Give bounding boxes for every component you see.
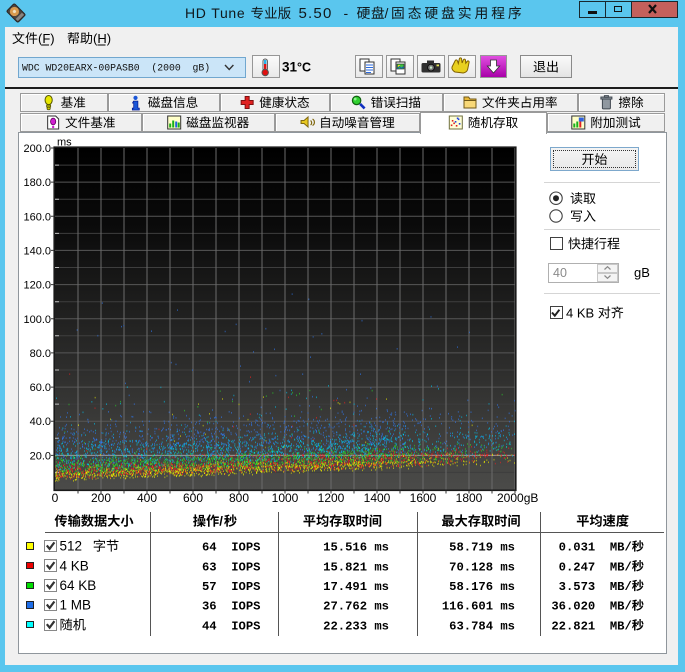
svg-text:15.821 ms: 15.821 ms [323, 560, 389, 574]
svg-text:ms: ms [57, 137, 72, 149]
svg-text:800: 800 [229, 491, 249, 505]
svg-text:-: - [344, 5, 349, 21]
svg-text:22.233 ms: 22.233 ms [323, 619, 389, 633]
svg-text:1600: 1600 [410, 491, 437, 505]
svg-text:200: 200 [91, 491, 111, 505]
svg-text:0.031 MB/: 0.031 MB/ [559, 541, 632, 555]
svg-text:0.247 MB/: 0.247 MB/ [559, 560, 632, 574]
svg-text:57 IOPS: 57 IOPS [202, 580, 261, 594]
svg-text:3.573 MB/: 3.573 MB/ [559, 580, 632, 594]
svg-text:4 KB: 4 KB [566, 305, 598, 320]
svg-text:60.0: 60.0 [30, 382, 51, 394]
svg-text:°C: °C [297, 61, 311, 75]
svg-text:40: 40 [553, 266, 567, 280]
svg-text:(H): (H) [93, 31, 111, 46]
svg-text:116.601 ms: 116.601 ms [442, 600, 515, 614]
svg-text:1000: 1000 [272, 491, 299, 505]
svg-text:400: 400 [137, 491, 157, 505]
svg-text:140.0: 140.0 [23, 245, 51, 257]
svg-text:36 IOPS: 36 IOPS [202, 600, 261, 614]
svg-text:4 KB: 4 KB [60, 558, 89, 573]
svg-text:31: 31 [282, 60, 298, 75]
svg-text:63.784 ms: 63.784 ms [449, 619, 515, 633]
svg-text:64 KB: 64 KB [60, 578, 97, 593]
svg-text:/: / [219, 514, 223, 529]
svg-text:64 IOPS: 64 IOPS [202, 541, 261, 555]
svg-text:120.0: 120.0 [23, 280, 51, 292]
svg-text:160.0: 160.0 [23, 211, 51, 223]
svg-text:100.0: 100.0 [23, 314, 51, 326]
svg-text:/: / [385, 5, 389, 21]
svg-text:2000gB: 2000gB [497, 491, 538, 505]
svg-text:27.762 ms: 27.762 ms [323, 600, 389, 614]
svg-text:70.128 ms: 70.128 ms [449, 560, 515, 574]
svg-text:5.50: 5.50 [299, 5, 333, 22]
svg-text:1400: 1400 [364, 491, 391, 505]
svg-text:WDC WD20EARX-00PASB0 (2000 g: WDC WD20EARX-00PASB0 (2000 gB) [22, 63, 210, 74]
svg-text:HD Tune: HD Tune [185, 5, 245, 21]
svg-text:512: 512 [60, 539, 83, 554]
svg-text:1 MB: 1 MB [60, 598, 92, 613]
svg-text:80.0: 80.0 [30, 348, 51, 360]
svg-text:15.516 ms: 15.516 ms [323, 541, 389, 555]
svg-text:(F): (F) [38, 31, 55, 46]
svg-text:1200: 1200 [318, 491, 345, 505]
svg-text:17.491 ms: 17.491 ms [323, 580, 389, 594]
svg-text:200.0: 200.0 [23, 143, 51, 155]
svg-text:40.0: 40.0 [30, 416, 51, 428]
svg-text:44 IOPS: 44 IOPS [202, 619, 261, 633]
svg-text:36.020 MB/: 36.020 MB/ [551, 600, 631, 614]
svg-text:63 IOPS: 63 IOPS [202, 560, 261, 574]
svg-text:1800: 1800 [456, 491, 483, 505]
svg-text:22.821 MB/: 22.821 MB/ [551, 619, 631, 633]
svg-text:180.0: 180.0 [23, 177, 51, 189]
svg-text:20.0: 20.0 [30, 450, 51, 462]
svg-text:0: 0 [52, 491, 59, 505]
svg-text:600: 600 [183, 491, 203, 505]
svg-text:58.176 ms: 58.176 ms [449, 580, 515, 594]
svg-text:gB: gB [634, 265, 650, 280]
svg-text:58.719 ms: 58.719 ms [449, 541, 515, 555]
